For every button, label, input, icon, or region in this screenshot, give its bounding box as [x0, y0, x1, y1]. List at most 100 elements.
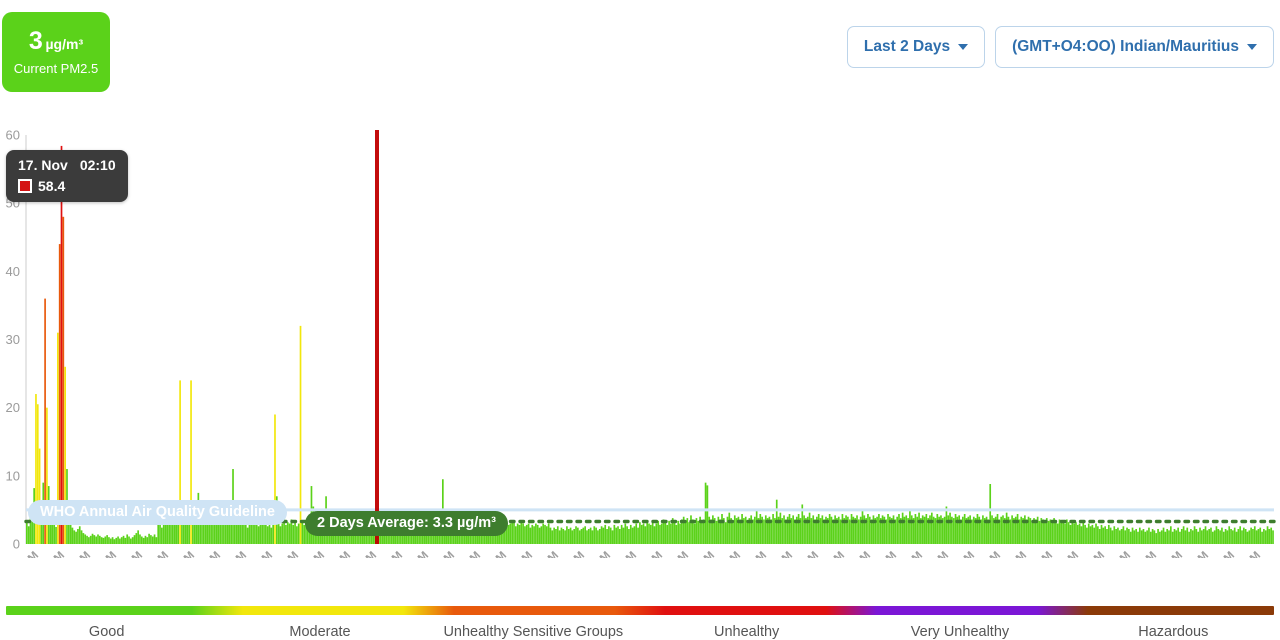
- x-axis-tick: 11AM: [271, 550, 301, 558]
- bar: [1195, 529, 1198, 544]
- bar: [679, 523, 681, 544]
- bar: [250, 524, 253, 544]
- bar: [296, 526, 298, 544]
- bar: [1210, 527, 1212, 544]
- bar: [58, 244, 61, 544]
- aqi-legend-item: Good: [88, 624, 125, 640]
- tooltip-value: 58.4: [38, 178, 66, 194]
- bar: [606, 529, 608, 544]
- bar: [1107, 524, 1110, 544]
- bar: [589, 527, 592, 544]
- bar: [642, 523, 645, 544]
- bar: [111, 537, 114, 544]
- bar: [533, 526, 535, 544]
- bar: [104, 536, 107, 544]
- bar: [1071, 520, 1074, 544]
- pm25-value: 3: [28, 26, 43, 55]
- bar: [540, 526, 543, 544]
- bar: [1102, 527, 1105, 544]
- bar: [1263, 529, 1265, 544]
- bar: [611, 530, 614, 544]
- bar: [1138, 527, 1141, 544]
- bar: [952, 518, 955, 544]
- pm25-value-row: 3 µg/m³: [28, 26, 83, 55]
- bar: [1062, 520, 1065, 544]
- bar: [1175, 530, 1178, 544]
- pm25-time-series-chart[interactable]: 01020304050601AM2AM3AM4AM5AM6AM7AM8AM9AM…: [0, 118, 1280, 558]
- tooltip-date: 17. Nov: [18, 157, 68, 173]
- date-range-dropdown[interactable]: Last 2 Days: [846, 26, 986, 68]
- bar: [133, 535, 136, 544]
- bar: [1170, 526, 1172, 544]
- x-axis-tick: 2AM: [41, 550, 67, 558]
- bar: [268, 523, 271, 544]
- aqi-legend-item: Moderate: [289, 624, 351, 640]
- bar: [792, 515, 794, 544]
- bar: [613, 524, 616, 544]
- bar: [27, 526, 30, 544]
- bar: [108, 537, 110, 544]
- bar: [803, 515, 805, 544]
- x-axis-tick: 5AM: [743, 550, 769, 558]
- bar: [1091, 524, 1094, 544]
- x-axis-tick: 1PM: [328, 550, 353, 558]
- bar: [918, 512, 920, 544]
- bar: [106, 535, 108, 544]
- bar: [1056, 523, 1059, 544]
- bar: [690, 515, 692, 544]
- bar: [516, 523, 519, 544]
- bar: [1168, 530, 1170, 544]
- bar: [591, 530, 594, 544]
- bar: [1120, 529, 1123, 544]
- bar: [137, 530, 139, 544]
- x-axis-tick: 9PM: [536, 550, 561, 558]
- bar: [1111, 530, 1114, 544]
- bar: [1241, 530, 1243, 544]
- timezone-dropdown[interactable]: (GMT+O4:OO) Indian/Mauritius: [995, 26, 1274, 68]
- bar: [812, 515, 815, 544]
- y-axis-tick: 0: [13, 537, 20, 552]
- x-axis-tick: 10PM: [1181, 550, 1211, 558]
- bar: [732, 520, 734, 544]
- x-axis-tick: 12PM: [297, 550, 327, 558]
- x-axis-tick: 1AM: [639, 550, 665, 558]
- bar: [597, 530, 599, 544]
- bar: [598, 529, 601, 544]
- bar: [628, 529, 630, 544]
- bar: [604, 524, 607, 544]
- bar: [788, 514, 791, 544]
- bar: [817, 514, 820, 544]
- x-axis-tick: 4PM: [1030, 550, 1055, 558]
- bar: [958, 515, 961, 544]
- bar: [1151, 529, 1154, 544]
- bar: [945, 506, 948, 544]
- bar: [834, 515, 836, 544]
- date-range-label: Last 2 Days: [863, 38, 951, 55]
- tooltip-time: 02:10: [79, 157, 116, 173]
- bar: [157, 524, 160, 544]
- bar: [602, 527, 605, 544]
- bar: [38, 448, 41, 544]
- bar: [1171, 531, 1174, 544]
- bar: [553, 527, 555, 544]
- bar: [1024, 515, 1026, 544]
- bar: [1182, 526, 1185, 544]
- bar: [1126, 527, 1128, 544]
- bar: [257, 526, 260, 544]
- x-axis-tick: 5AM: [119, 550, 145, 558]
- bar: [1009, 519, 1012, 544]
- bar: [270, 527, 273, 544]
- bar: [969, 515, 971, 544]
- bar: [91, 533, 94, 544]
- bar: [1089, 526, 1092, 544]
- bar: [1000, 516, 1002, 544]
- bar: [1051, 522, 1054, 544]
- bar: [929, 515, 931, 544]
- bar: [1106, 529, 1108, 544]
- x-axis-tick: 8AM: [197, 550, 223, 558]
- bar: [1270, 527, 1273, 544]
- x-axis-tick: 6AM: [145, 550, 171, 558]
- bar: [1002, 515, 1004, 544]
- bar: [124, 537, 127, 544]
- bar: [593, 526, 596, 544]
